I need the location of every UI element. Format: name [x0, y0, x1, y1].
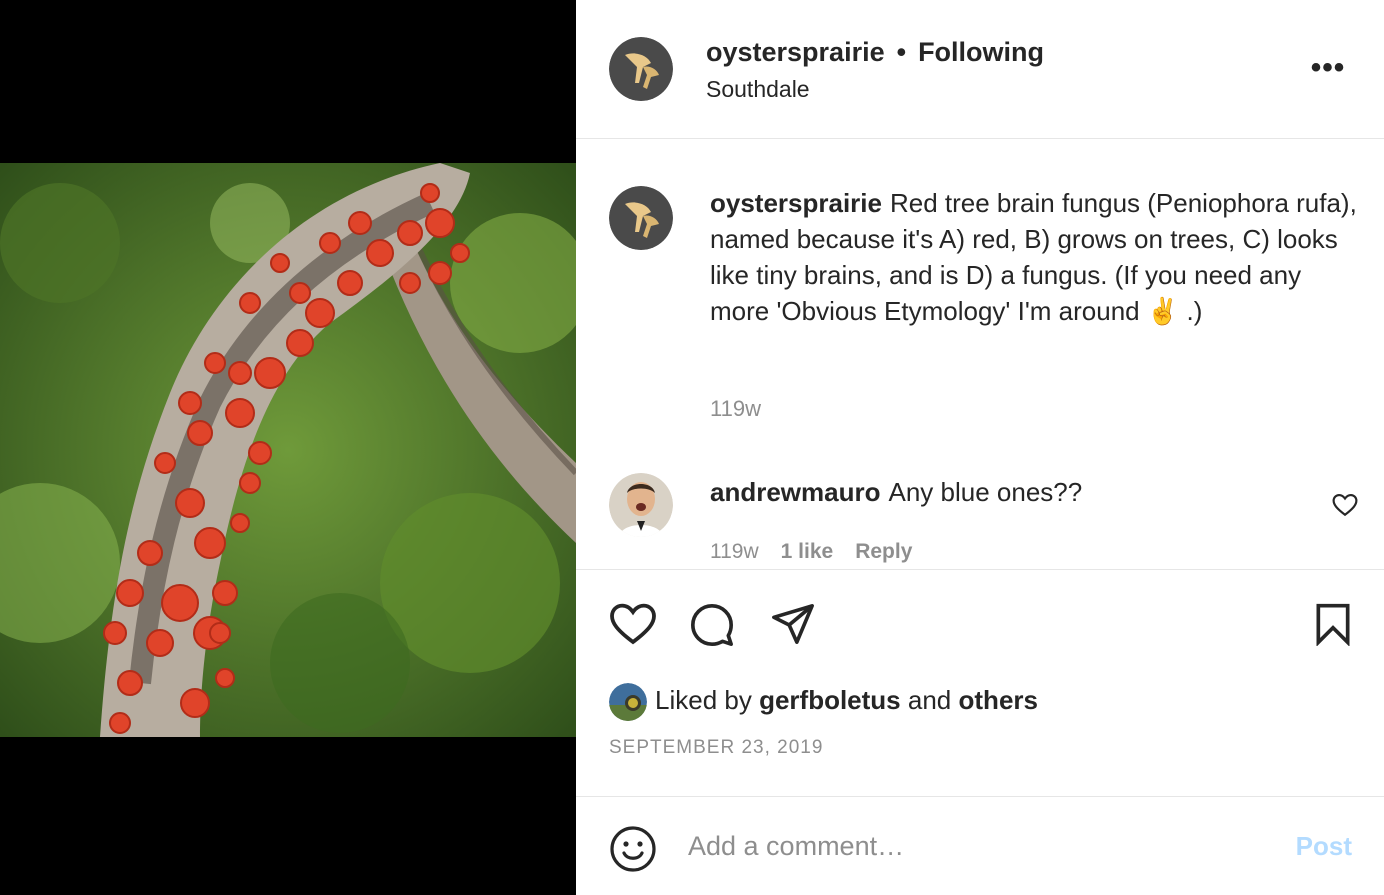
comment-bubble-icon: [691, 604, 733, 646]
comment-timestamp[interactable]: 119w: [710, 540, 759, 563]
liker-avatar[interactable]: [609, 683, 647, 722]
author-username[interactable]: oystersprairie: [706, 37, 885, 67]
comment: andrewmauro Any blue ones??: [710, 474, 1082, 510]
reply-button[interactable]: Reply: [855, 540, 912, 563]
author-avatar[interactable]: [609, 37, 673, 101]
smiley-icon: [610, 826, 656, 872]
like-button[interactable]: [609, 602, 657, 651]
comment-input[interactable]: [688, 826, 1248, 866]
post-header: oystersprairie • Following Southdale •••: [576, 0, 1384, 139]
caption-author-username[interactable]: oystersprairie: [710, 188, 882, 218]
emoji-button[interactable]: [609, 825, 657, 878]
victory-hand-emoji: ✌️: [1146, 296, 1180, 326]
header-title-line: oystersprairie • Following: [706, 34, 1044, 70]
heart-icon: [610, 603, 656, 645]
likes-summary: Liked by gerfboletus and others: [609, 680, 1038, 722]
save-button[interactable]: [1314, 602, 1352, 651]
more-dots-icon: •••: [1310, 51, 1346, 84]
caption-author-avatar[interactable]: [609, 186, 673, 250]
post-media: [0, 0, 576, 895]
caption-timestamp[interactable]: 119w: [710, 396, 761, 422]
post-photo[interactable]: [0, 163, 576, 737]
comment-likes[interactable]: 1 like: [781, 540, 834, 563]
like-comment-button[interactable]: [1332, 493, 1358, 522]
post-caption: oystersprairie Red tree brain fungus (Pen…: [710, 185, 1360, 329]
add-comment-bar: Post: [576, 796, 1384, 895]
liked-by-connector: and: [907, 685, 952, 715]
comments-section[interactable]: oystersprairie Red tree brain fungus (Pen…: [576, 139, 1384, 569]
post-details-panel: oystersprairie • Following Southdale ••• o…: [576, 0, 1384, 895]
paper-plane-icon: [772, 604, 814, 644]
share-button[interactable]: [770, 602, 816, 651]
commenter-username[interactable]: andrewmauro: [710, 477, 881, 507]
post-actions: Liked by gerfboletus and others SEPTEMBE…: [576, 569, 1384, 797]
comment-text: Any blue ones??: [888, 477, 1083, 507]
following-button[interactable]: Following: [918, 37, 1044, 67]
more-options-button[interactable]: •••: [1308, 51, 1348, 84]
liked-by-prefix: Liked by: [655, 685, 752, 715]
post-date[interactable]: SEPTEMBER 23, 2019: [609, 737, 823, 759]
oyster-mushroom-logo-icon: [609, 37, 673, 101]
post-location[interactable]: Southdale: [706, 74, 810, 104]
commenter-photo: [609, 473, 673, 537]
comment-meta: 119w 1 like Reply: [710, 540, 934, 564]
oyster-mushroom-logo-icon: [609, 186, 673, 250]
liker-username[interactable]: gerfboletus: [759, 685, 901, 715]
commenter-avatar[interactable]: [609, 473, 673, 537]
bookmark-icon: [1316, 603, 1350, 647]
liker-photo: [609, 683, 647, 722]
post-comment-button[interactable]: Post: [1296, 831, 1352, 862]
liked-by-others[interactable]: others: [959, 685, 1038, 715]
comment-button[interactable]: [689, 602, 735, 653]
caption-text-end: .): [1186, 296, 1203, 326]
heart-icon: [1332, 493, 1358, 517]
separator-dot: •: [896, 37, 907, 67]
fungus-photo: [0, 163, 576, 737]
